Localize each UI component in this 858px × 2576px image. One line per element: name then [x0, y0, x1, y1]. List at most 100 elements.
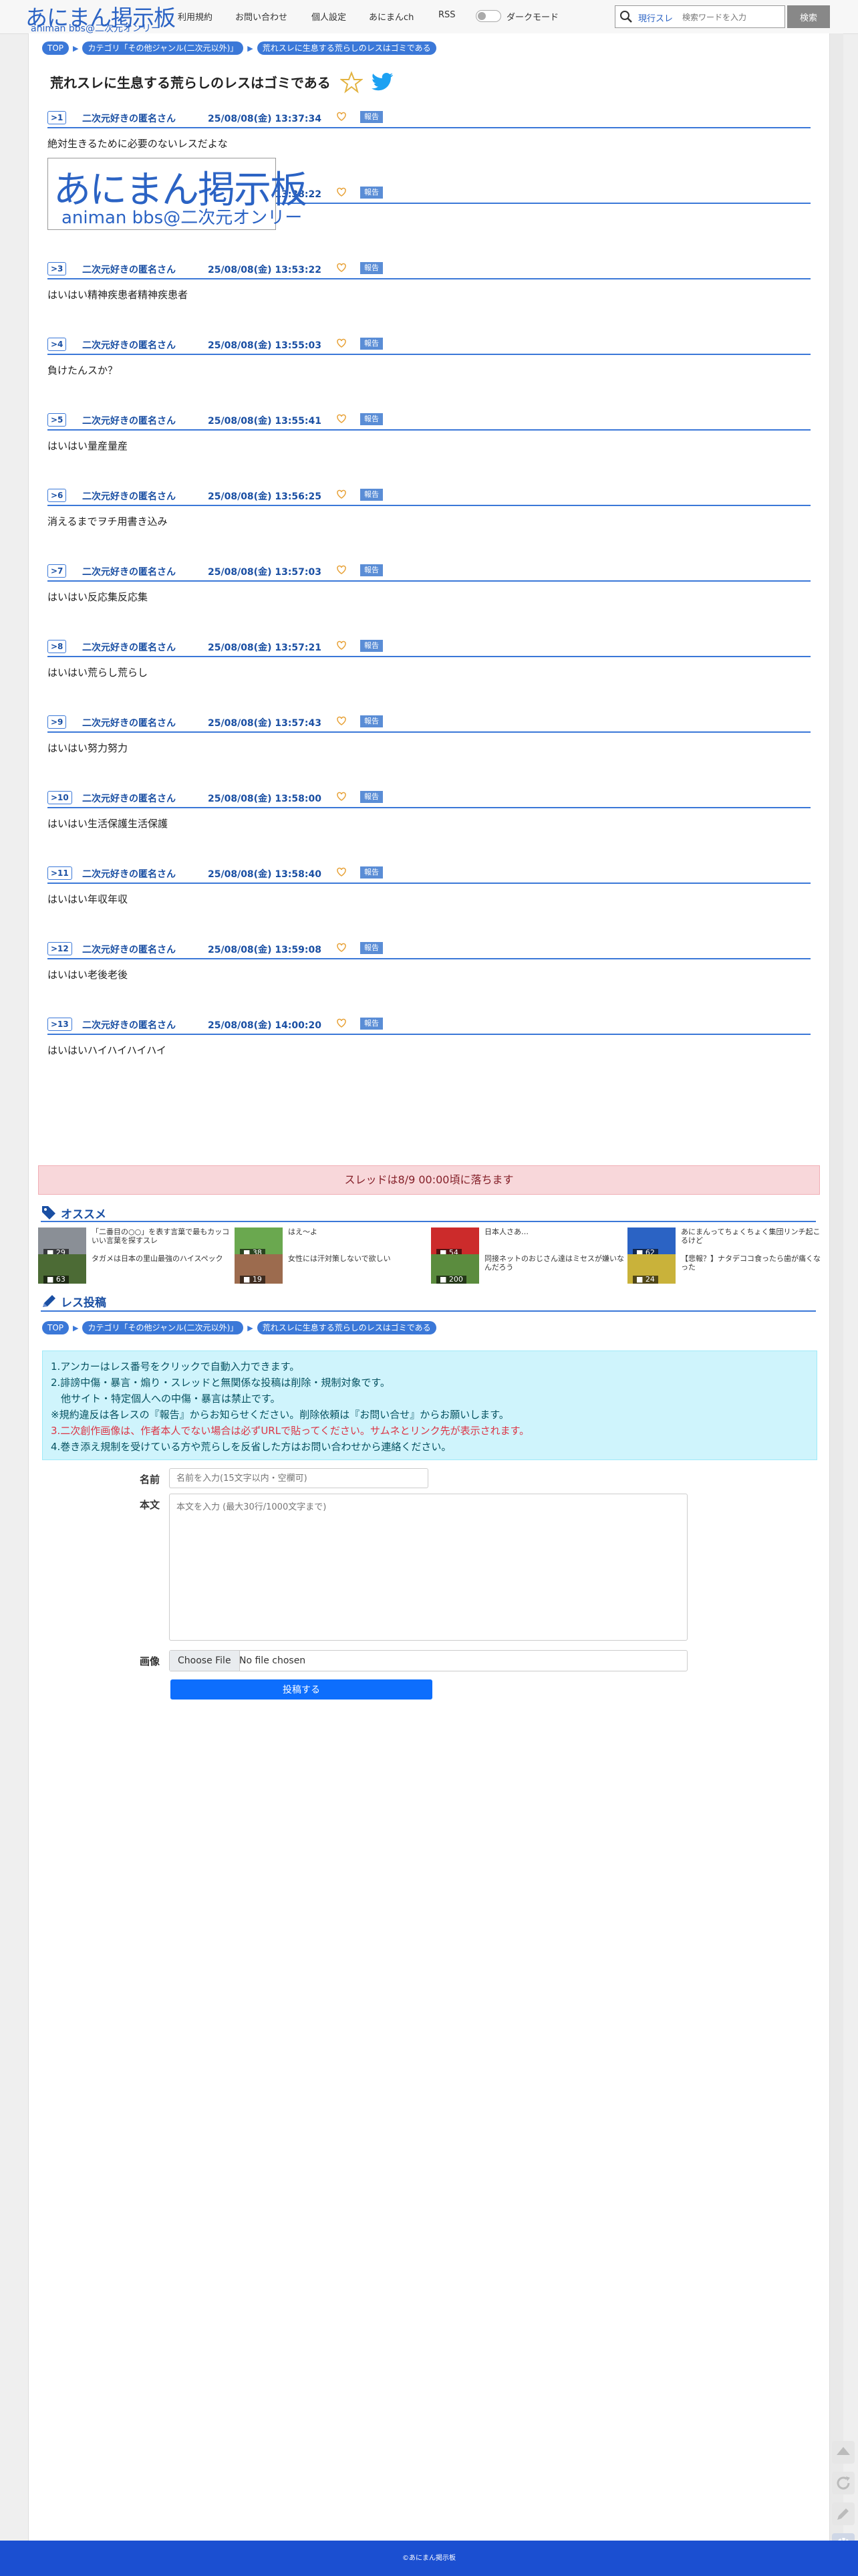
poster-name: 二次元好きの匿名さん: [82, 869, 176, 880]
site-logo[interactable]: あにまん掲示板 animan bbs@二次元オンリー: [25, 1, 176, 34]
dark-mode-toggle[interactable]: [476, 10, 501, 22]
heart-icon[interactable]: [336, 413, 347, 424]
post-date: 25/08/08(金) 13:57:21: [208, 642, 321, 653]
post-form-divider: [41, 1310, 816, 1312]
res-number[interactable]: >1: [47, 111, 67, 124]
report-button[interactable]: 報告: [360, 942, 383, 954]
breadcrumb-thread[interactable]: 荒れスレに生息する荒らしのレスはゴミである: [257, 41, 436, 55]
heart-icon[interactable]: [336, 489, 347, 499]
recommend-thumbnail: ■ 63: [38, 1254, 86, 1284]
res-number[interactable]: >13: [47, 1018, 72, 1031]
recommend-item[interactable]: ■ 63 タガメは日本の里山最強のハイスペック: [38, 1254, 232, 1284]
write-icon[interactable]: [831, 2502, 855, 2526]
res-number[interactable]: >12: [47, 942, 72, 955]
heart-icon[interactable]: [336, 640, 347, 651]
post-form-title: レス投稿: [61, 1296, 106, 1310]
reply-count: ■ 200: [436, 1276, 466, 1284]
report-button[interactable]: 報告: [360, 866, 383, 879]
report-button[interactable]: 報告: [360, 413, 383, 425]
res-number[interactable]: >4: [47, 338, 67, 351]
search-button[interactable]: 検索: [787, 5, 830, 28]
recommend-item[interactable]: ■ 54 日本人さあ…: [431, 1227, 625, 1257]
heart-icon[interactable]: [336, 187, 347, 197]
heart-icon[interactable]: [336, 942, 347, 953]
report-button[interactable]: 報告: [360, 262, 383, 274]
search-input[interactable]: [681, 9, 784, 25]
post-image[interactable]: あにまん掲示板 animan bbs@二次元オンリー: [47, 158, 307, 230]
star-icon[interactable]: [340, 71, 363, 94]
post-body: はいはい反応集反応集: [47, 591, 148, 603]
post-body: はいはい老後老後: [47, 969, 128, 981]
res-number[interactable]: >5: [47, 413, 67, 427]
heart-icon[interactable]: [336, 262, 347, 273]
report-button[interactable]: 報告: [360, 187, 383, 199]
res-number[interactable]: >7: [47, 564, 67, 578]
report-button[interactable]: 報告: [360, 715, 383, 727]
res-number[interactable]: >3: [47, 262, 67, 275]
recommend-item-title: 「二番目の○○」を表す言葉で最もカッコいい言葉を探すスレ: [92, 1227, 230, 1245]
nav-personal-settings[interactable]: 個人設定: [311, 10, 346, 23]
report-button[interactable]: 報告: [360, 338, 383, 350]
recommend-item-title: 【悲報？】ナタデココ食ったら歯が痛くなった: [681, 1254, 821, 1272]
report-button[interactable]: 報告: [360, 640, 383, 652]
reply-count: ■ 24: [633, 1276, 658, 1284]
res-number[interactable]: >6: [47, 489, 67, 502]
report-button[interactable]: 報告: [360, 489, 383, 501]
recommend-item[interactable]: ■ 24 【悲報？】ナタデココ食ったら歯が痛くなった: [627, 1254, 821, 1284]
post-body: はいはい量産量産: [47, 440, 128, 452]
nav-animanch[interactable]: あにまんch: [369, 10, 414, 23]
name-label: 名前: [140, 1474, 160, 1486]
image-label: 画像: [140, 1655, 160, 1667]
report-button[interactable]: 報告: [360, 1018, 383, 1030]
nav-rss[interactable]: RSS: [438, 10, 456, 20]
poster-name: 二次元好きの匿名さん: [82, 114, 176, 124]
rule-line: ※規約違反は各レスの『報告』からお知らせください。削除依頼は『お問い合せ』からお…: [51, 1409, 509, 1421]
res-number[interactable]: >8: [47, 640, 67, 653]
recommend-item[interactable]: ■ 62 あにまんってちょくちょく集団リンチ起こるけど: [627, 1227, 821, 1257]
heart-icon[interactable]: [336, 338, 347, 348]
scroll-top-icon[interactable]: [831, 2440, 855, 2464]
recommend-item[interactable]: ■ 29 「二番目の○○」を表す言葉で最もカッコいい言葉を探すスレ: [38, 1227, 232, 1257]
res-number[interactable]: >10: [47, 791, 72, 804]
recommend-item[interactable]: ■ 38 はえ～よ: [235, 1227, 428, 1257]
breadcrumb-thread[interactable]: 荒れスレに生息する荒らしのレスはゴミである: [257, 1321, 436, 1334]
twitter-icon[interactable]: [371, 72, 394, 92]
res-number[interactable]: >11: [47, 866, 72, 880]
poster-name: 二次元好きの匿名さん: [82, 718, 176, 729]
breadcrumb-top[interactable]: TOP: [42, 41, 69, 55]
breadcrumb-top[interactable]: TOP: [42, 1321, 69, 1334]
breadcrumb-category[interactable]: カテゴリ「その他ジャンル(二次元以外)」: [82, 41, 244, 55]
post-header: >9 二次元好きの匿名さん 25/08/08(金) 13:57:43 報告: [47, 713, 811, 733]
breadcrumb-category[interactable]: カテゴリ「その他ジャンル(二次元以外)」: [82, 1321, 244, 1334]
rule-line: 2.誹謗中傷・暴言・煽り・スレッドと無関係な投稿は削除・規制対象です。: [51, 1377, 390, 1389]
report-button[interactable]: 報告: [360, 111, 383, 123]
breadcrumb-separator: ▶: [73, 43, 79, 53]
name-input[interactable]: [169, 1468, 428, 1488]
nav-terms[interactable]: 利用規約: [178, 10, 212, 23]
choose-file-button[interactable]: Choose File: [170, 1651, 240, 1671]
heart-icon[interactable]: [336, 715, 347, 726]
breadcrumb: TOP ▶ カテゴリ「その他ジャンル(二次元以外)」 ▶ 荒れスレに生息する荒ら…: [42, 41, 436, 55]
recommend-item[interactable]: ■ 200 同接ネットのおじさん達はミセスが嫌いなんだろう: [431, 1254, 625, 1284]
res-number[interactable]: >9: [47, 715, 67, 729]
recommend-item-title: 女性には汗対策しないで欲しい: [288, 1254, 391, 1263]
heart-icon[interactable]: [336, 1018, 347, 1028]
submit-button[interactable]: 投稿する: [170, 1679, 432, 1700]
post-body: 負けたんスか？: [47, 364, 118, 376]
report-button[interactable]: 報告: [360, 564, 383, 576]
image-file-input[interactable]: Choose File No file chosen: [169, 1650, 688, 1671]
recommend-divider: [41, 1221, 816, 1222]
heart-icon[interactable]: [336, 111, 347, 122]
recommend-thumbnail: ■ 38: [235, 1227, 283, 1257]
nav-contact[interactable]: お問い合わせ: [235, 10, 287, 23]
reload-icon[interactable]: [831, 2471, 855, 2495]
heart-icon[interactable]: [336, 791, 347, 802]
report-button[interactable]: 報告: [360, 791, 383, 803]
heart-icon[interactable]: [336, 866, 347, 877]
recommend-item[interactable]: ■ 19 女性には汗対策しないで欲しい: [235, 1254, 428, 1284]
search-box: 現行スレ: [615, 5, 785, 28]
poster-name: 二次元好きの匿名さん: [82, 491, 176, 502]
search-scope-select[interactable]: 現行スレ: [638, 11, 673, 24]
body-textarea[interactable]: [169, 1494, 688, 1641]
heart-icon[interactable]: [336, 564, 347, 575]
